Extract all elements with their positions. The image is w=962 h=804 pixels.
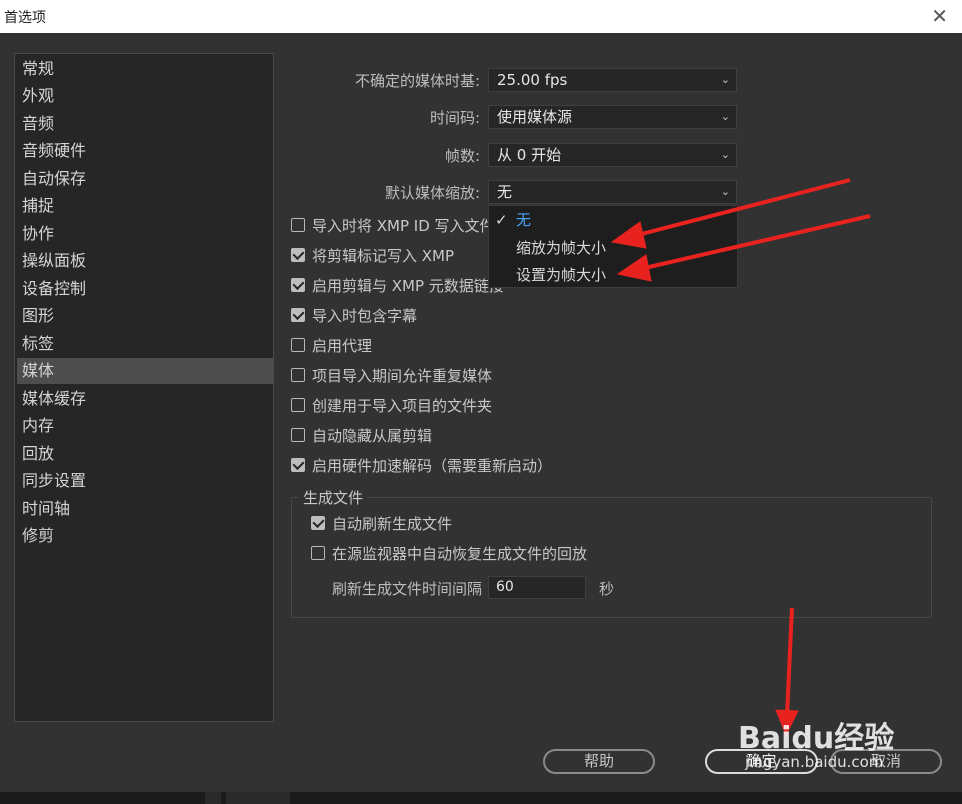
watermark-brand: Baidu经验 [738, 721, 895, 756]
annotation-arrows [610, 178, 871, 737]
watermark-url: jingyan.baidu.com [745, 753, 884, 771]
arrow-icon [610, 178, 871, 737]
